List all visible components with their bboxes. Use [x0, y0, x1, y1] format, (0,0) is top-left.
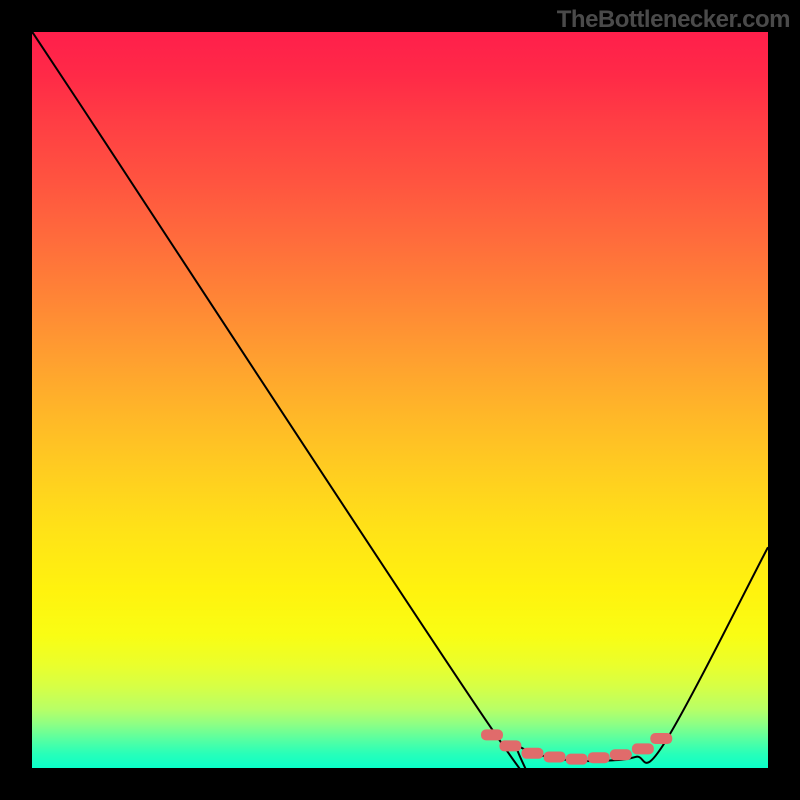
marker-dot — [588, 752, 610, 763]
chart-container: TheBottleneсker.com — [0, 0, 800, 800]
marker-group — [481, 729, 672, 764]
watermark-text: TheBottleneсker.com — [557, 6, 790, 34]
marker-dot — [566, 754, 588, 765]
plot-area — [32, 32, 768, 768]
marker-dot — [650, 733, 672, 744]
bottleneck-curve — [32, 32, 768, 768]
marker-dot — [544, 751, 566, 762]
marker-dot — [481, 729, 503, 740]
curve-overlay — [32, 32, 768, 768]
marker-dot — [499, 740, 521, 751]
marker-dot — [632, 743, 654, 754]
marker-dot — [610, 749, 632, 760]
marker-dot — [521, 748, 543, 759]
